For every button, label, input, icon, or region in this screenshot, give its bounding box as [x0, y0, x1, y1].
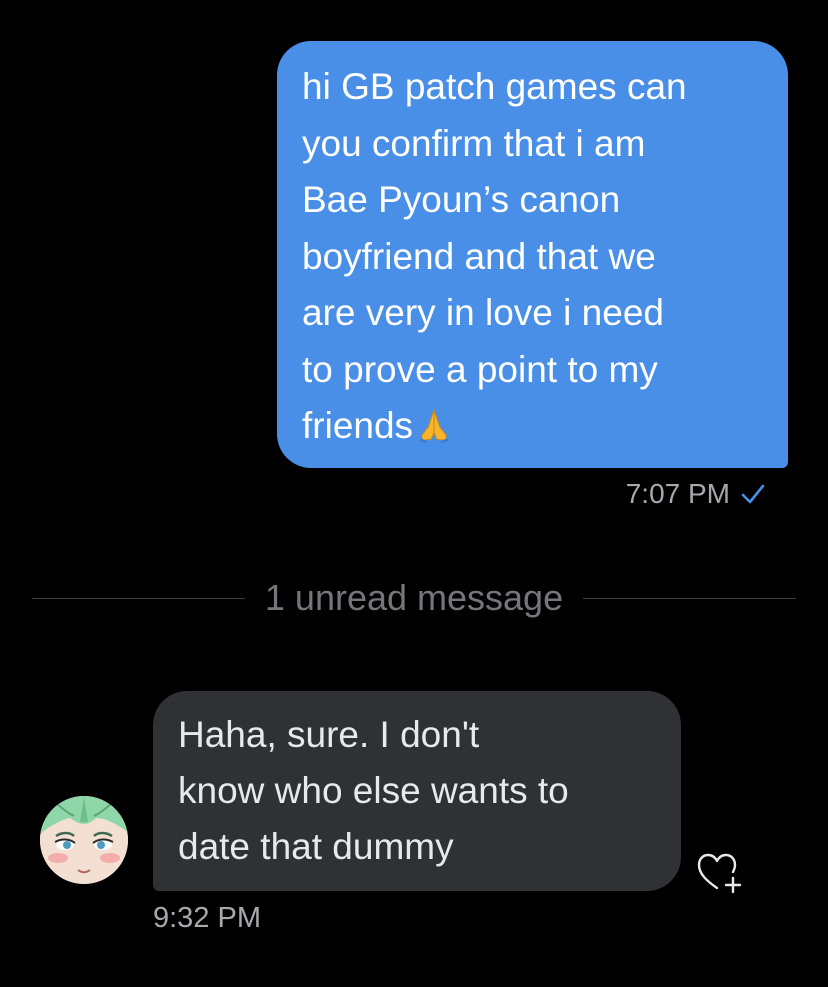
divider-line-right [583, 597, 797, 599]
received-message-bubble[interactable]: Haha, sure. I don't know who else wants … [153, 691, 681, 891]
sent-message-meta: 7:07 PM [626, 478, 766, 510]
unread-divider-label: 1 unread message [264, 577, 564, 618]
folded-hands-icon [419, 409, 449, 444]
avatar[interactable] [40, 796, 128, 884]
sent-message-bubble[interactable]: hi GB patch games can you confirm that i… [277, 41, 788, 468]
divider-line-left [32, 597, 245, 599]
avatar-image [40, 796, 128, 884]
received-message-time: 9:32 PM [153, 902, 261, 934]
sent-message-text: hi GB patch games can you confirm that i… [302, 66, 687, 446]
add-reaction-button[interactable] [693, 848, 745, 896]
sent-message-time: 7:07 PM [625, 478, 730, 509]
received-message-text: Haha, sure. I don't know who else wants … [178, 714, 569, 867]
unread-divider: 1 unread message [32, 575, 797, 621]
check-icon [741, 484, 765, 504]
heart-plus-icon [697, 853, 742, 894]
